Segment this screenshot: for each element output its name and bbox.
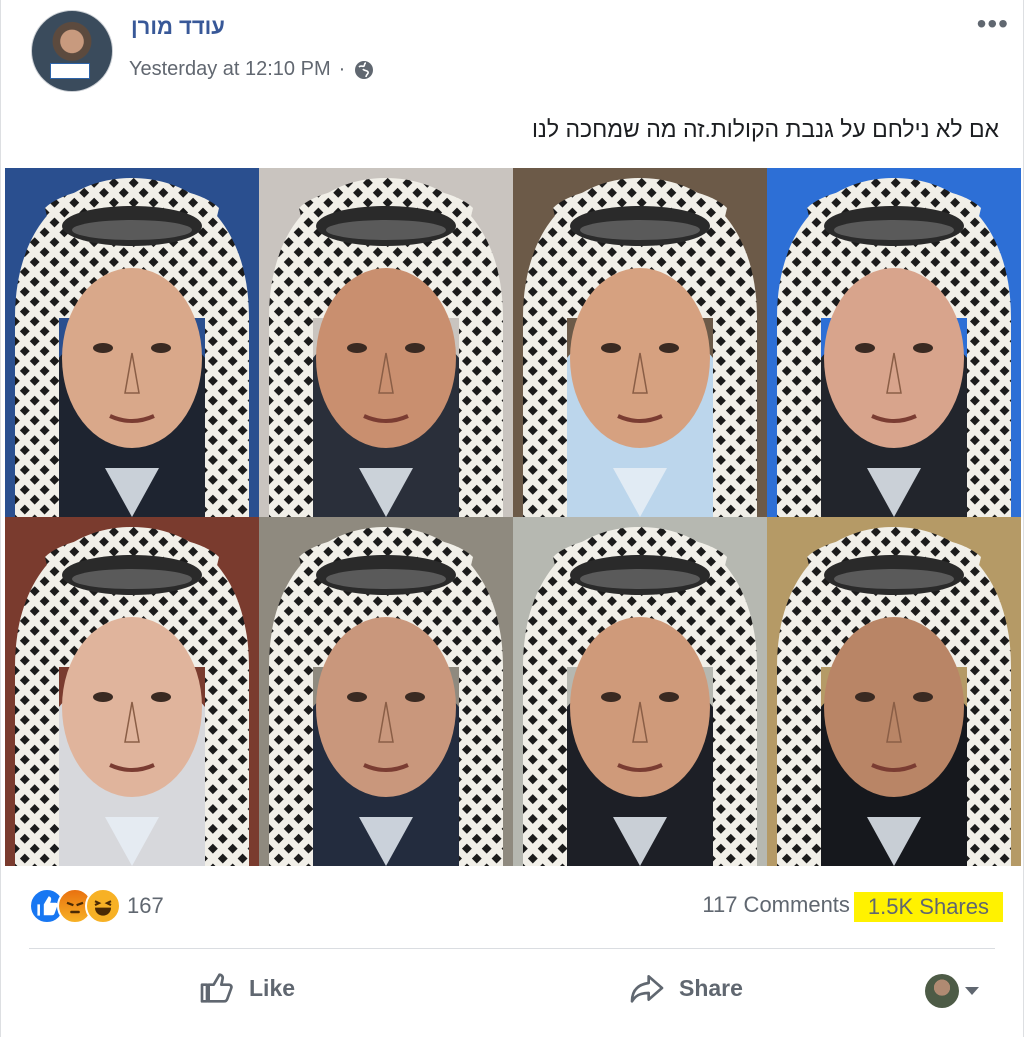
meta-separator: · — [338, 58, 346, 80]
like-label: Like — [249, 974, 296, 1001]
portrait-6 — [259, 517, 513, 866]
portrait-8 — [767, 517, 1021, 866]
post-text: אם לא נילחם על גנבת הקולות.זה מה שמחכה ל… — [531, 116, 999, 142]
viewer-avatar — [925, 974, 959, 1008]
chevron-down-icon — [965, 987, 979, 995]
comments-count[interactable]: 117 Comments — [702, 892, 850, 922]
portrait-1 — [5, 168, 259, 517]
shares-count[interactable]: 1.5K Shares — [853, 892, 1003, 922]
reactions-summary[interactable]: 167 — [29, 888, 164, 924]
author-avatar[interactable] — [31, 10, 113, 92]
reaction-count: 167 — [127, 893, 164, 918]
actions-divider — [29, 948, 995, 949]
post-timestamp[interactable]: Yesterday at 12:10 PM — [129, 58, 331, 81]
portrait-2 — [259, 168, 513, 517]
globe-icon[interactable] — [353, 59, 375, 81]
facebook-post-card: עודד מורן Yesterday at 12:10 PM · ••• אם… — [0, 0, 1024, 1037]
haha-reaction-icon — [85, 888, 121, 924]
post-meta: Yesterday at 12:10 PM · — [129, 58, 375, 81]
portrait-3 — [513, 168, 767, 517]
author-name[interactable]: עודד מורן — [131, 14, 225, 40]
portrait-7 — [513, 517, 767, 866]
share-label: Share — [679, 974, 743, 1001]
share-button[interactable]: Share — [627, 968, 743, 1008]
portrait-5 — [5, 517, 259, 866]
more-options-icon[interactable]: ••• — [977, 10, 1009, 38]
portrait-4 — [767, 168, 1021, 517]
post-stats: 117 Comments 1.5K Shares — [702, 892, 1003, 922]
post-as-selector[interactable] — [925, 974, 979, 1008]
post-image[interactable] — [5, 168, 1021, 866]
share-arrow-icon — [630, 975, 664, 1003]
thumbs-up-icon — [200, 973, 233, 1003]
like-button[interactable]: Like — [197, 968, 295, 1008]
